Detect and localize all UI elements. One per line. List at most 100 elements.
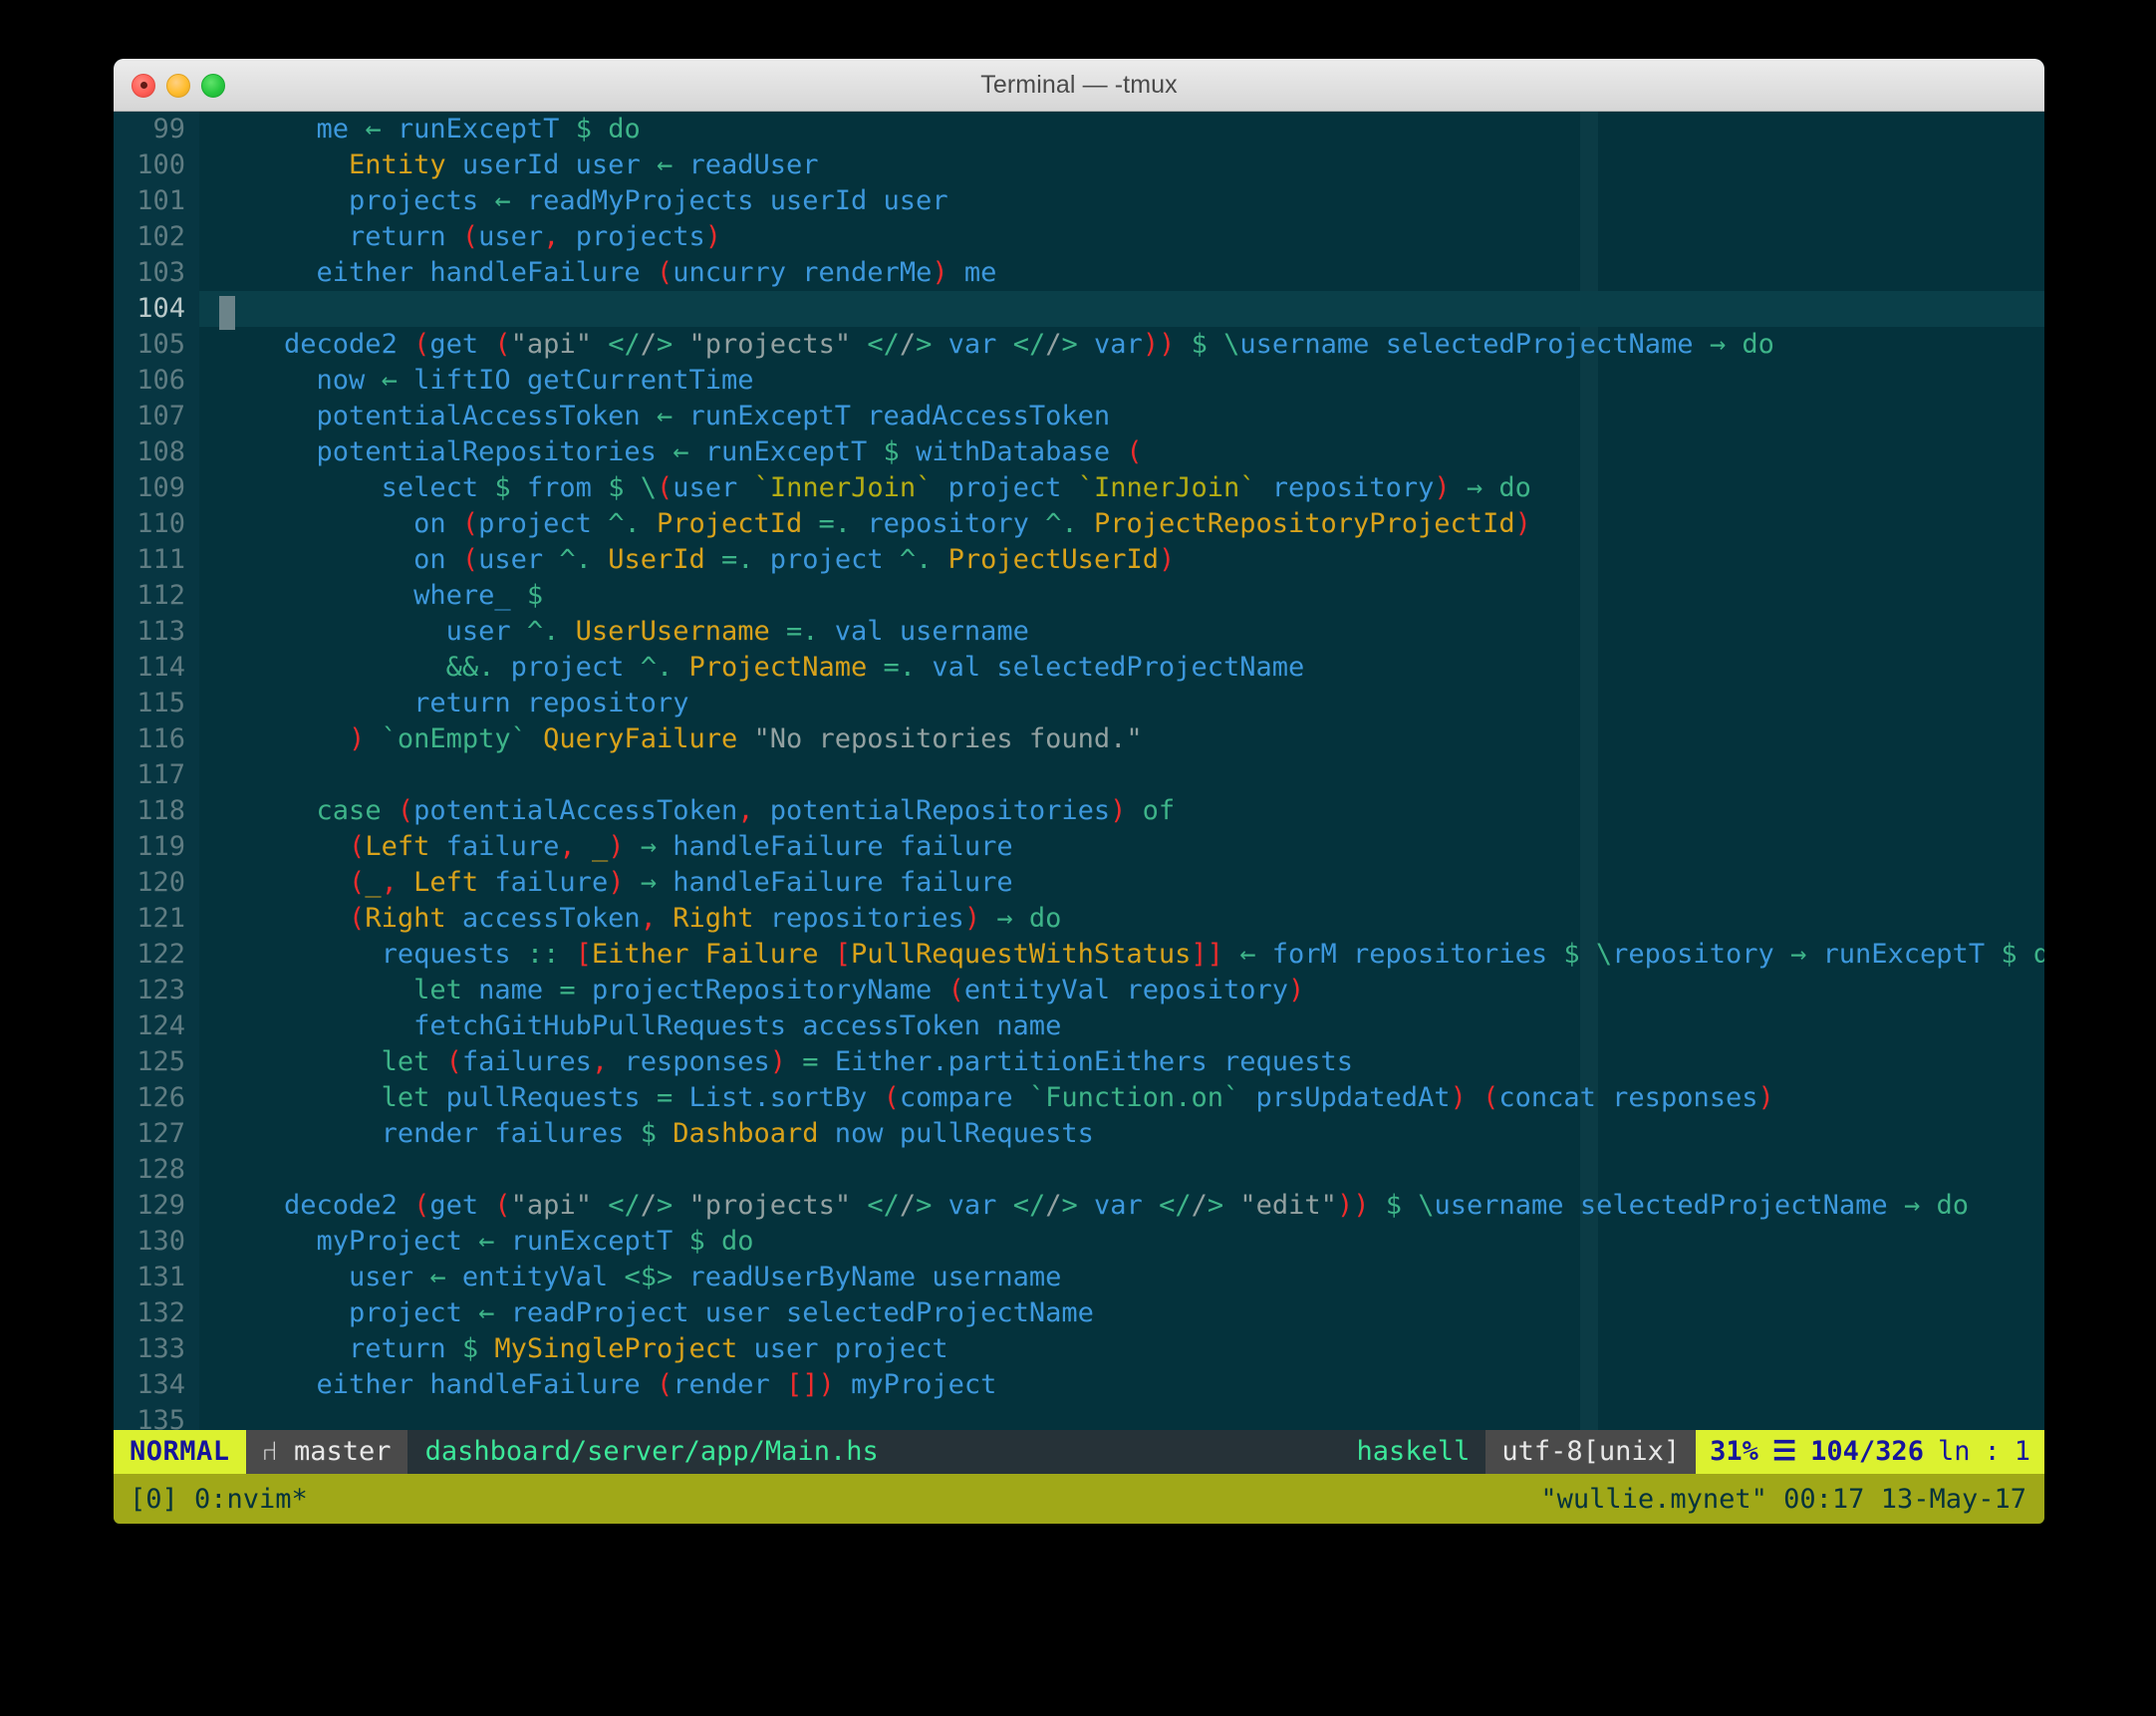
token-arrow: ← [494,185,511,216]
code-line: 107 potentialAccessToken ← runExceptT re… [114,399,2044,434]
token-op: $ [640,1118,657,1149]
code-text: project ← readProject user selectedProje… [199,1295,1094,1331]
token-op: $ [575,114,592,144]
tmux-window-list[interactable]: [0] 0:nvim* [122,1474,308,1524]
scroll-percent: 31% [1710,1436,1758,1467]
token-ident: fetchGitHubPullRequests [413,1010,786,1041]
token-paren: ]] [1191,939,1223,970]
code-text: (_, Left failure) → handleFailure failur… [199,865,1013,901]
token-type: Right [365,903,446,934]
token-kw: let [413,975,462,1005]
code-text: return $ MySingleProject user project [199,1331,948,1367]
code-line: 108 potentialRepositories ← runExceptT $… [114,434,2044,470]
line-number: 122 [114,937,199,973]
token-paren: ) [1288,975,1305,1005]
token-ident: return [349,221,446,252]
token-ident: project [478,508,592,539]
token-ident: failure [899,831,1013,862]
token-op: > [1207,1190,1224,1221]
token-op: > [916,1190,933,1221]
token-arrow: ← [429,1262,446,1292]
token-ident: name [996,1010,1062,1041]
token-paren: ( [413,1190,430,1221]
line-number: 115 [114,686,199,721]
token-op: </ [1159,1190,1192,1221]
vim-editor-pane[interactable]: 99 me ← runExceptT $ do 100 Entity userId… [114,112,2044,1430]
token-ident: val [932,652,981,683]
line-number: 118 [114,793,199,829]
token-str: / [640,329,657,360]
token-ident: repository [1612,939,1774,970]
token-op: <$> [624,1262,674,1292]
token-ident: either [316,1369,414,1400]
token-ident: pullRequests [899,1118,1094,1149]
token-paren: , [591,1046,609,1077]
token-ident: responses [1612,1082,1758,1113]
token-type: Left [365,831,430,862]
token-ident: repository [867,508,1029,539]
line-number: 104 [114,291,199,327]
token-str: / [899,1190,917,1221]
code-text: either handleFailure (render []) myProje… [199,1367,997,1403]
code-text: now ← liftIO getCurrentTime [199,363,754,399]
minimize-window-button[interactable] [166,73,190,98]
token-ident: user [575,149,641,180]
code-line: 126 let pullRequests = List.sortBy (comp… [114,1080,2044,1116]
zoom-window-button[interactable] [201,73,225,98]
line-number: 103 [114,255,199,291]
token-op: = [656,1082,674,1113]
token-kw: do [1742,329,1774,360]
token-op: &&. [445,652,495,683]
token-ident: return [413,688,511,718]
token-ident: readAccessToken [867,401,1111,431]
token-ident: selectedProjectName [996,652,1305,683]
token-op: = [802,1046,819,1077]
token-paren: , [559,831,576,862]
code-line: 112 where_ $ [114,578,2044,614]
line-number: 112 [114,578,199,614]
position-indicator: 31% ☰ 104/326 ln : 1 [1696,1430,2044,1474]
token-op: </ [608,329,641,360]
token-op: =. [883,652,917,683]
close-window-button[interactable] [132,73,155,98]
token-ident: user [704,1297,770,1328]
code-text: potentialAccessToken ← runExceptT readAc… [199,399,1111,434]
token-kw: do [1936,1190,1969,1221]
token-ident: me [316,114,350,144]
line-number: 124 [114,1008,199,1044]
token-paren: [ [575,939,592,970]
line-number: 108 [114,434,199,470]
token-str: "api" [510,329,592,360]
tmux-status-bar: [0] 0:nvim* "wullie.mynet" 00:17 13-May-… [114,1474,2044,1524]
branch-name: master [294,1436,392,1467]
code-text: return repository [199,686,688,721]
